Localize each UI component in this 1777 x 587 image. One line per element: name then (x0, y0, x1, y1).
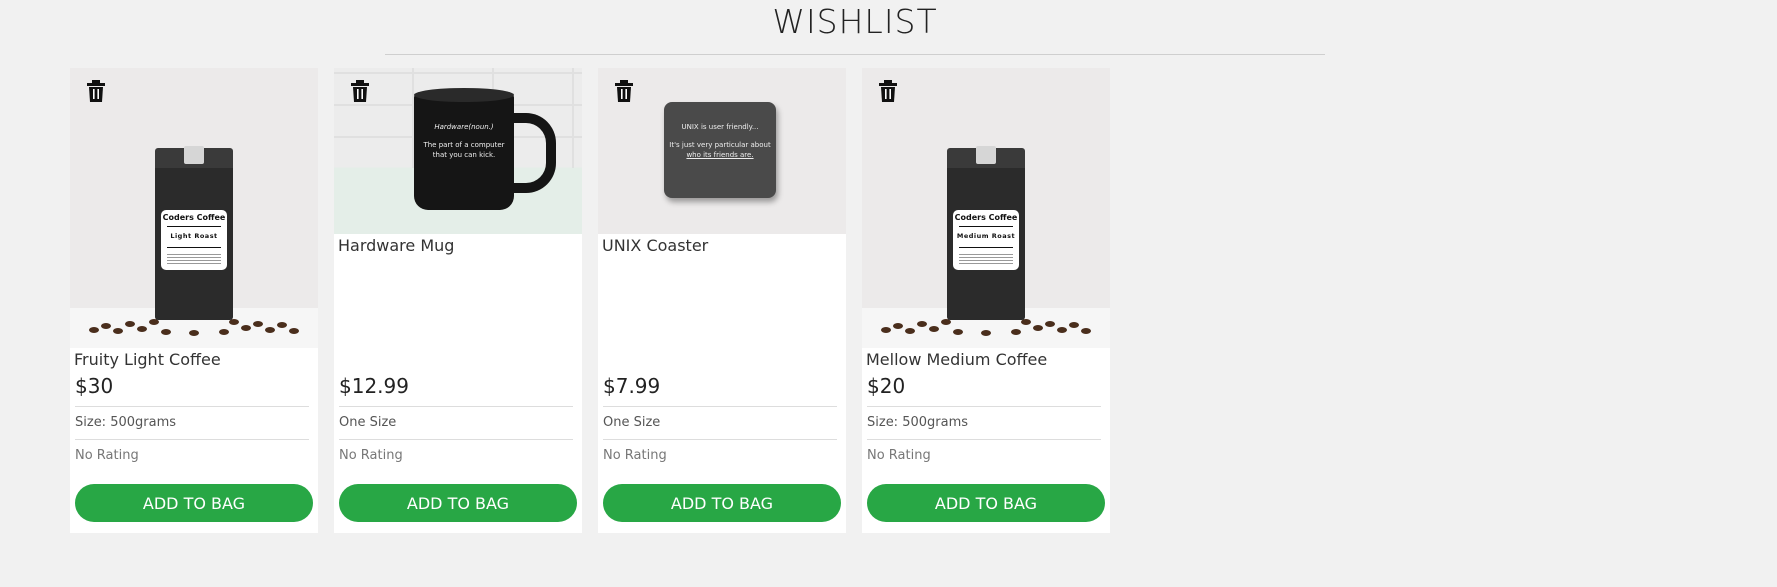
product-rating: No Rating (867, 448, 931, 463)
divider (603, 439, 837, 440)
divider (339, 406, 573, 407)
product-size: One Size (339, 415, 397, 430)
add-to-bag-button[interactable]: ADD TO BAG (75, 484, 313, 522)
add-to-bag-button[interactable]: ADD TO BAG (603, 484, 841, 522)
product-image[interactable]: UNIX is user friendly... It's just very … (598, 68, 846, 234)
product-size: Size: 500grams (867, 415, 969, 430)
mug-print: Hardware(noun.) The part of a computer t… (423, 123, 505, 159)
product-name[interactable]: UNIX Coaster (598, 234, 712, 258)
add-to-bag-button[interactable]: ADD TO BAG (339, 484, 577, 522)
add-to-bag-button[interactable]: ADD TO BAG (867, 484, 1105, 522)
product-card: Hardware(noun.) The part of a computer t… (334, 68, 582, 533)
product-image[interactable]: Coders Coffee Light Roast (70, 68, 318, 348)
trash-icon[interactable] (878, 80, 898, 102)
product-price: $20 (867, 374, 906, 398)
coaster-print: UNIX is user friendly... It's just very … (669, 123, 771, 159)
bag-brand: Coders Coffee (162, 213, 226, 222)
page-title: WISHLIST (772, 2, 938, 41)
product-rating: No Rating (603, 448, 667, 463)
wishlist-grid: Coders Coffee Light Roast Fruity Light C… (70, 68, 1110, 533)
product-size: One Size (603, 415, 661, 430)
divider (75, 406, 309, 407)
product-card: Coders Coffee Light Roast Fruity Light C… (70, 68, 318, 533)
divider (75, 439, 309, 440)
product-rating: No Rating (339, 448, 403, 463)
coffee-bag: Coders Coffee Light Roast (155, 146, 233, 320)
divider (339, 439, 573, 440)
product-card: UNIX is user friendly... It's just very … (598, 68, 846, 533)
coaster: UNIX is user friendly... It's just very … (664, 102, 776, 198)
divider (867, 439, 1101, 440)
product-image[interactable]: Hardware(noun.) The part of a computer t… (334, 68, 582, 234)
title-divider (385, 54, 1325, 55)
product-price: $12.99 (339, 374, 409, 398)
product-card: Coders Coffee Medium Roast Mellow Medium… (862, 68, 1110, 533)
product-price: $7.99 (603, 374, 661, 398)
product-name[interactable]: Mellow Medium Coffee (862, 348, 1051, 372)
trash-icon[interactable] (350, 80, 370, 102)
bag-brand: Coders Coffee (954, 213, 1018, 222)
product-rating: No Rating (75, 448, 139, 463)
coffee-bag: Coders Coffee Medium Roast (947, 146, 1025, 320)
product-image[interactable]: Coders Coffee Medium Roast (862, 68, 1110, 348)
bag-label: Coders Coffee Light Roast (161, 210, 227, 270)
product-size: Size: 500grams (75, 415, 177, 430)
bag-label: Coders Coffee Medium Roast (953, 210, 1019, 270)
bag-roast: Medium Roast (956, 232, 1016, 240)
product-name[interactable]: Hardware Mug (334, 234, 458, 258)
bag-roast: Light Roast (170, 232, 218, 240)
divider (867, 406, 1101, 407)
divider (603, 406, 837, 407)
product-name[interactable]: Fruity Light Coffee (70, 348, 225, 372)
product-price: $30 (75, 374, 114, 398)
trash-icon[interactable] (86, 80, 106, 102)
trash-icon[interactable] (614, 80, 634, 102)
